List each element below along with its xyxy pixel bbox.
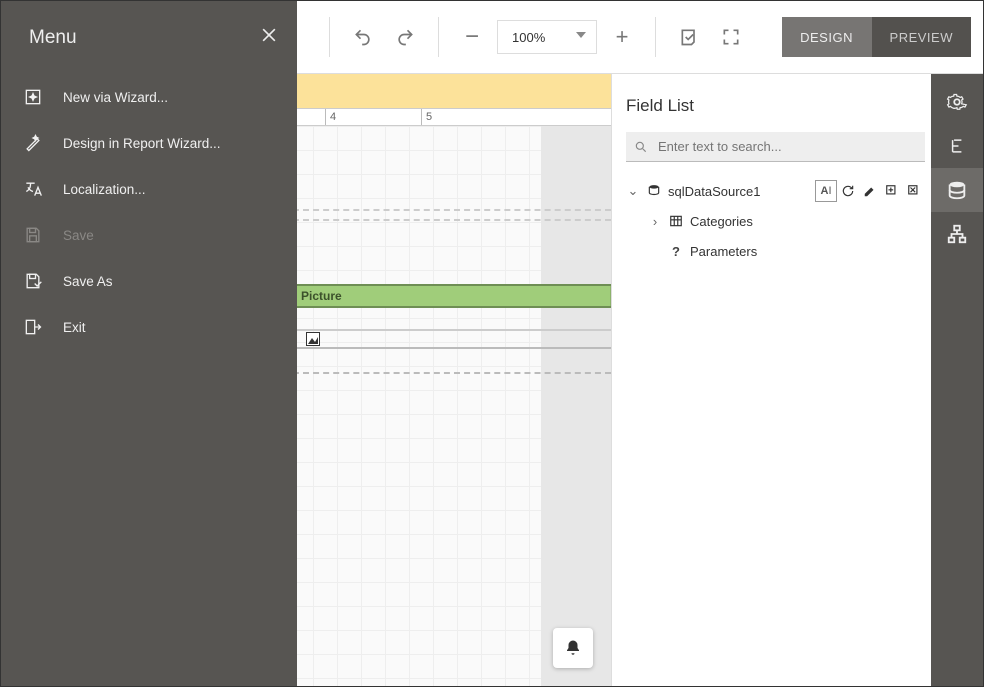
table-node-categories[interactable]: › Categories <box>648 206 925 236</box>
question-icon: ? <box>668 244 684 259</box>
undo-button[interactable] <box>346 20 380 54</box>
notifications-button[interactable] <box>553 628 593 668</box>
dock-expressions-button[interactable] <box>931 124 983 168</box>
refresh-action-icon[interactable] <box>837 180 859 202</box>
menu-label: Save <box>63 228 94 243</box>
search-icon <box>634 140 648 154</box>
main-menu-panel: Menu New via Wizard... Design in Report … <box>1 1 297 686</box>
redo-button[interactable] <box>388 20 422 54</box>
mode-toggle: DESIGN PREVIEW <box>782 17 971 57</box>
field-search-input[interactable] <box>656 138 917 155</box>
table-icon <box>668 214 684 228</box>
menu-items: New via Wizard... Design in Report Wizar… <box>1 74 297 350</box>
localization-icon <box>21 179 45 199</box>
exit-icon <box>21 317 45 337</box>
field-search[interactable] <box>626 132 925 162</box>
datasource-label: sqlDataSource1 <box>668 184 761 199</box>
menu-item-design-wizard[interactable]: Design in Report Wizard... <box>1 120 297 166</box>
save-as-icon <box>21 271 45 291</box>
menu-item-new-wizard[interactable]: New via Wizard... <box>1 74 297 120</box>
menu-item-localization[interactable]: Localization... <box>1 166 297 212</box>
validate-button[interactable] <box>672 20 706 54</box>
dock-report-explorer-button[interactable] <box>931 212 983 256</box>
menu-label: Design in Report Wizard... <box>63 136 221 151</box>
menu-item-save: Save <box>1 212 297 258</box>
parameters-node[interactable]: ? Parameters <box>648 236 925 266</box>
close-icon <box>259 25 279 45</box>
chevron-down-icon[interactable]: ⌄ <box>626 183 640 199</box>
menu-item-save-as[interactable]: Save As <box>1 258 297 304</box>
field-list-panel: Field List ⌄ sqlDataSource1 AI <box>611 74 931 686</box>
delete-action-icon[interactable] <box>903 180 925 202</box>
zoom-value: 100% <box>512 30 545 45</box>
dock-field-list-button[interactable] <box>931 168 983 212</box>
col-picture-header[interactable]: Picture <box>295 286 611 306</box>
add-query-action-icon[interactable] <box>881 180 903 202</box>
right-dock <box>931 74 983 686</box>
mode-preview-button[interactable]: PREVIEW <box>872 17 971 57</box>
edit-action-icon[interactable] <box>859 180 881 202</box>
panel-title: Field List <box>626 96 925 116</box>
menu-header: Menu <box>1 1 297 74</box>
table-label: Categories <box>690 214 753 229</box>
chevron-down-icon <box>576 32 586 42</box>
database-icon <box>646 184 662 198</box>
magic-wand-icon <box>21 133 45 153</box>
menu-close-button[interactable] <box>259 25 279 51</box>
zoom-in-button[interactable]: + <box>605 20 639 54</box>
zoom-out-button[interactable]: − <box>455 20 489 54</box>
menu-item-exit[interactable]: Exit <box>1 304 297 350</box>
image-placeholder-icon <box>306 332 320 346</box>
app-root: − 100% + DESIGN PREVIEW 1 2 3 4 5 <box>0 0 984 687</box>
fullscreen-button[interactable] <box>714 20 748 54</box>
menu-label: Exit <box>63 320 86 335</box>
menu-label: New via Wizard... <box>63 90 168 105</box>
save-icon <box>21 225 45 245</box>
wizard-star-icon <box>21 87 45 107</box>
menu-label: Localization... <box>63 182 146 197</box>
mode-design-button[interactable]: DESIGN <box>782 17 872 57</box>
rename-action-icon[interactable]: AI <box>815 180 837 202</box>
parameters-label: Parameters <box>690 244 757 259</box>
datasource-node[interactable]: ⌄ sqlDataSource1 AI <box>626 176 925 206</box>
menu-title: Menu <box>29 27 77 49</box>
zoom-select[interactable]: 100% <box>497 20 597 54</box>
dock-properties-button[interactable] <box>931 80 983 124</box>
field-picture[interactable] <box>295 331 325 347</box>
menu-label: Save As <box>63 274 113 289</box>
chevron-right-icon[interactable]: › <box>648 214 662 229</box>
